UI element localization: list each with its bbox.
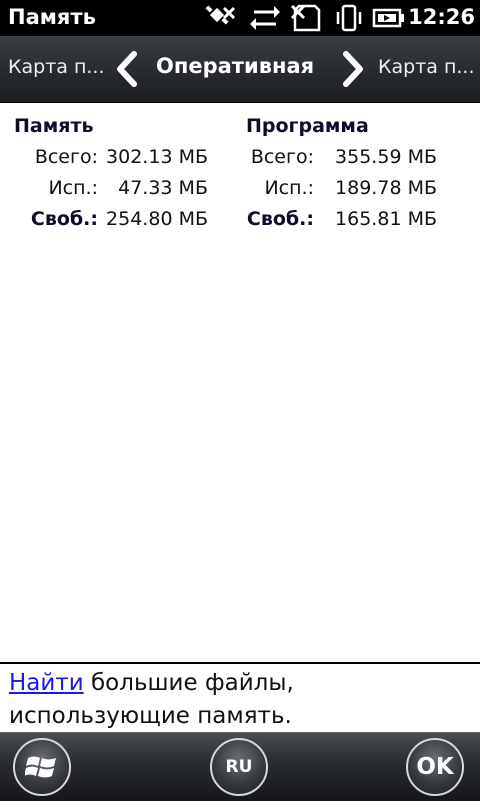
ok-button[interactable]: OK <box>406 738 464 796</box>
data-transfer-icon <box>250 6 280 30</box>
program-free-value: 165.81 МБ <box>335 208 437 230</box>
no-signal-icon <box>290 4 321 32</box>
start-button[interactable] <box>13 738 71 796</box>
clock: 12:26 <box>408 5 475 29</box>
memory-stats: Всего: 302.13 МБ Исп.: 47.33 МБ Своб.: 2… <box>14 146 214 239</box>
program-section-title: Программа <box>246 115 369 137</box>
vibrate-icon <box>336 4 362 32</box>
program-row-used: Исп.: 189.78 МБ <box>244 177 444 208</box>
input-language-button[interactable]: RU <box>210 738 268 796</box>
app-title: Память <box>8 5 96 29</box>
find-large-files-hint: Найти большие файлы, использующие память… <box>9 667 469 733</box>
memory-total-value: 302.13 МБ <box>106 146 208 168</box>
no-sim-icon <box>205 5 236 25</box>
chevron-left-icon[interactable] <box>114 50 140 88</box>
pivot-next-label[interactable]: Карта п... <box>378 56 474 78</box>
chevron-right-icon[interactable] <box>340 50 366 88</box>
memory-used-label: Исп.: <box>48 177 98 199</box>
program-row-free: Своб.: 165.81 МБ <box>244 208 444 239</box>
program-row-total: Всего: 355.59 МБ <box>244 146 444 177</box>
memory-total-label: Всего: <box>34 146 98 168</box>
memory-row-total: Всего: 302.13 МБ <box>14 146 214 177</box>
memory-row-free: Своб.: 254.80 МБ <box>14 208 214 239</box>
program-used-value: 189.78 МБ <box>335 177 437 199</box>
hint-text-line1: большие файлы, <box>83 670 294 696</box>
memory-used-value: 47.33 МБ <box>118 177 208 199</box>
memory-free-value: 254.80 МБ <box>106 208 208 230</box>
program-used-label: Исп.: <box>264 177 314 199</box>
pivot-prev-label[interactable]: Карта п... <box>8 56 104 78</box>
program-free-label: Своб.: <box>246 208 314 230</box>
memory-row-used: Исп.: 47.33 МБ <box>14 177 214 208</box>
memory-section-title: Память <box>14 115 94 137</box>
hint-text-line2: использующие память. <box>9 703 292 729</box>
find-link[interactable]: Найти <box>9 670 84 696</box>
pivot-header: Карта п... Оперативная Карта п... <box>0 36 480 103</box>
program-stats: Всего: 355.59 МБ Исп.: 189.78 МБ Своб.: … <box>244 146 444 239</box>
program-total-label: Всего: <box>250 146 314 168</box>
battery-charging-icon <box>372 8 404 28</box>
program-total-value: 355.59 МБ <box>335 146 437 168</box>
memory-free-label: Своб.: <box>30 208 98 230</box>
pivot-current-label: Оперативная <box>156 54 315 78</box>
status-bar: Память 12:26 <box>0 0 480 36</box>
windows-logo-icon <box>25 756 56 778</box>
hint-divider <box>0 662 480 664</box>
softkey-bar: RU OK <box>0 732 480 801</box>
